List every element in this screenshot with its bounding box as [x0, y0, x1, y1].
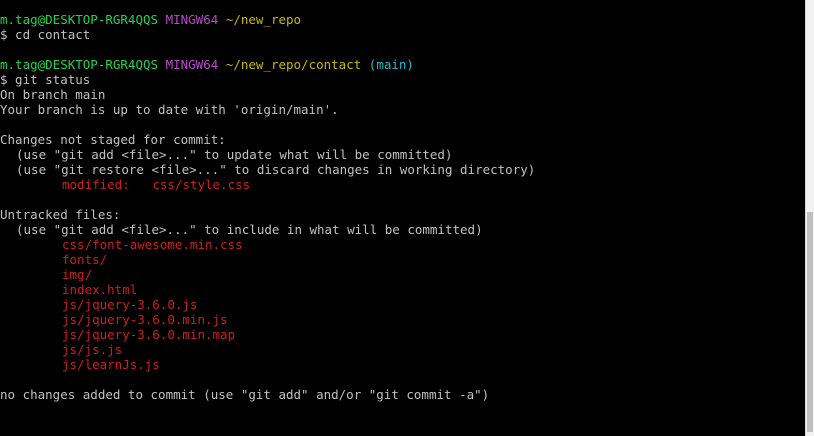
- command-line: $ cd contact: [0, 27, 91, 42]
- not-staged-header: Changes not staged for commit:: [0, 132, 226, 147]
- prompt-branch: (main): [368, 57, 414, 72]
- untracked-file: js/js.js: [62, 342, 123, 357]
- modified-entry: modified: css/style.css: [0, 177, 806, 192]
- hint-add: (use "git add <file>..." to update what …: [16, 147, 453, 162]
- prompt-path: ~/new_repo/contact: [225, 57, 362, 72]
- untracked-file: css/font-awesome.min.css: [62, 237, 243, 252]
- untracked-file: js/jquery-3.6.0.js: [62, 297, 198, 312]
- untracked-file: js/jquery-3.6.0.min.js: [62, 312, 228, 327]
- prompt-line: m.tag@DESKTOP-RGR4QQS MINGW64 ~/new_repo: [0, 12, 806, 27]
- scrollbar-thumb[interactable]: [807, 212, 813, 432]
- vertical-scrollbar[interactable]: [805, 0, 814, 436]
- hint-restore: (use "git restore <file>..." to discard …: [16, 162, 536, 177]
- prompt-user-host: m.tag@DESKTOP-RGR4QQS: [0, 12, 159, 27]
- untracked-file: js/learnJs.js: [62, 357, 160, 372]
- terminal-window: { "prompt1": {"user_host": "m.tag@DESKTO…: [0, 0, 814, 436]
- untracked-header: Untracked files:: [0, 207, 121, 222]
- terminal-output[interactable]: m.tag@DESKTOP-RGR4QQS MINGW64 ~/new_repo…: [0, 12, 806, 436]
- prompt-system: MINGW64: [165, 57, 219, 72]
- prompt-system: MINGW64: [165, 12, 219, 27]
- prompt-line: m.tag@DESKTOP-RGR4QQS MINGW64 ~/new_repo…: [0, 57, 806, 72]
- untracked-file: fonts/: [62, 252, 108, 267]
- prompt-path: ~/new_repo: [225, 12, 302, 27]
- untracked-file: index.html: [62, 282, 138, 297]
- status-up-to-date: Your branch is up to date with 'origin/m…: [0, 102, 339, 117]
- modified-file: css/style.css: [152, 177, 251, 192]
- hint-untracked: (use "git add <file>..." to include in w…: [16, 222, 483, 237]
- status-branch: On branch main: [0, 87, 106, 102]
- untracked-file: js/jquery-3.6.0.min.map: [62, 327, 236, 342]
- status-footer: no changes added to commit (use "git add…: [0, 387, 490, 402]
- prompt-user-host: m.tag@DESKTOP-RGR4QQS: [0, 57, 159, 72]
- modified-label: modified:: [62, 177, 130, 192]
- untracked-file: img/: [62, 267, 93, 282]
- command-line: $ git status: [0, 72, 91, 87]
